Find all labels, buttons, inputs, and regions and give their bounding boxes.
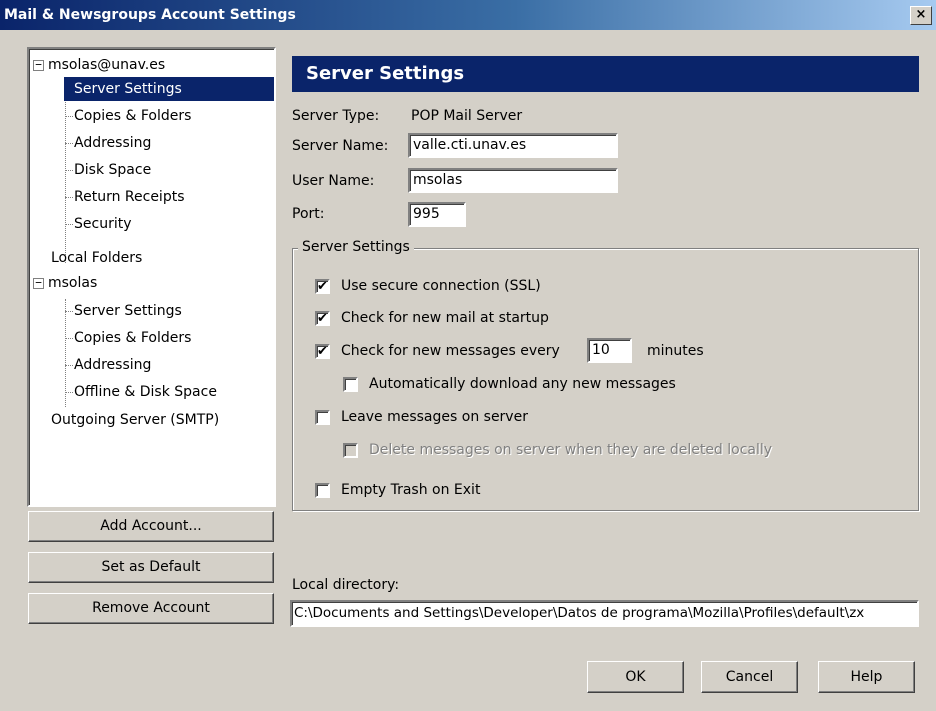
add-account-button[interactable]: Add Account... (28, 511, 274, 542)
tree-item-disk-space[interactable]: Disk Space (74, 158, 151, 182)
tree-branch (65, 338, 73, 339)
check-every-checkbox[interactable]: ✔ (315, 344, 330, 359)
ssl-checkbox[interactable]: ✔ (315, 279, 330, 294)
delete-on-server-checkbox (343, 443, 358, 458)
ssl-label: Use secure connection (SSL) (341, 278, 541, 294)
tree-item-server-settings[interactable]: Server Settings (64, 77, 274, 101)
interval-field[interactable]: 10 (587, 338, 632, 363)
startup-label: Check for new mail at startup (341, 310, 549, 326)
user-name-label: User Name: (292, 173, 375, 189)
tree-item-server-settings-2[interactable]: Server Settings (74, 299, 182, 323)
port-field[interactable]: 995 (408, 202, 466, 227)
tree-connector (65, 83, 66, 263)
server-name-field[interactable]: valle.cti.unav.es (408, 133, 618, 158)
tree-item-local-folders[interactable]: Local Folders (51, 246, 142, 270)
panel-header: Server Settings (292, 56, 919, 92)
tree-item-offline-disk-space[interactable]: Offline & Disk Space (74, 380, 217, 404)
server-type-value: POP Mail Server (411, 108, 523, 124)
close-icon: × (915, 7, 927, 22)
server-name-label: Server Name: (292, 138, 389, 154)
server-type-label: Server Type: (292, 108, 380, 124)
title-bar: Mail & Newsgroups Account Settings × (0, 0, 936, 30)
auto-download-label: Automatically download any new messages (369, 376, 676, 392)
ok-button[interactable]: OK (587, 661, 684, 693)
empty-trash-label: Empty Trash on Exit (341, 482, 481, 498)
check-icon: ✔ (317, 311, 328, 326)
leave-on-server-label: Leave messages on server (341, 409, 528, 425)
user-name-field[interactable]: msolas (408, 168, 618, 193)
tree-branch (65, 365, 73, 366)
remove-account-button[interactable]: Remove Account (28, 593, 274, 624)
local-directory-label: Local directory: (292, 577, 400, 593)
port-label: Port: (292, 206, 325, 222)
tree-branch (65, 197, 73, 198)
tree-item-security[interactable]: Security (74, 212, 132, 236)
group-title: Server Settings (298, 239, 414, 255)
window-title: Mail & Newsgroups Account Settings (4, 7, 296, 23)
tree-branch (65, 143, 73, 144)
cancel-button[interactable]: Cancel (701, 661, 798, 693)
check-icon: ✔ (317, 279, 328, 294)
tree-account-msolas-unav[interactable]: msolas@unav.es (48, 53, 165, 77)
tree-branch (65, 170, 73, 171)
startup-checkbox[interactable]: ✔ (315, 311, 330, 326)
auto-download-checkbox[interactable] (343, 377, 358, 392)
tree-branch (65, 311, 73, 312)
tree-connector (65, 299, 66, 407)
tree-item-copies-folders[interactable]: Copies & Folders (74, 104, 191, 128)
minutes-label: minutes (647, 343, 704, 359)
account-tree[interactable]: − msolas@unav.es Server Settings Copies … (27, 47, 276, 507)
tree-item-addressing-2[interactable]: Addressing (74, 353, 151, 377)
set-default-button[interactable]: Set as Default (28, 552, 274, 583)
tree-item-return-receipts[interactable]: Return Receipts (74, 185, 185, 209)
collapse-icon[interactable]: − (33, 277, 44, 289)
leave-on-server-checkbox[interactable] (315, 410, 330, 425)
tree-account-msolas[interactable]: msolas (48, 271, 97, 295)
delete-on-server-label: Delete messages on server when they are … (369, 442, 773, 458)
close-button[interactable]: × (910, 6, 932, 25)
help-button[interactable]: Help (818, 661, 915, 693)
tree-branch (65, 116, 73, 117)
collapse-icon[interactable]: − (33, 59, 44, 71)
tree-branch (65, 224, 73, 225)
empty-trash-checkbox[interactable] (315, 483, 330, 498)
check-icon: ✔ (317, 344, 328, 359)
tree-item-copies-folders-2[interactable]: Copies & Folders (74, 326, 191, 350)
tree-item-outgoing-server[interactable]: Outgoing Server (SMTP) (51, 408, 219, 432)
check-every-label: Check for new messages every (341, 343, 560, 359)
tree-branch (65, 392, 73, 393)
local-directory-field[interactable]: C:\Documents and Settings\Developer\Dato… (290, 600, 919, 627)
tree-item-addressing[interactable]: Addressing (74, 131, 151, 155)
